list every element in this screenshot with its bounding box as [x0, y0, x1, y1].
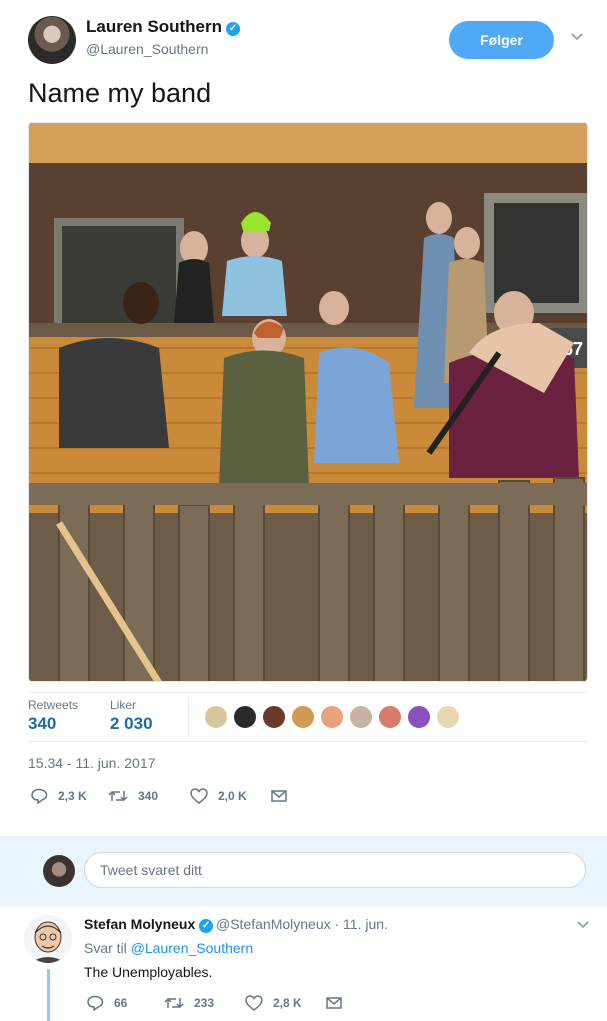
liker-avatar[interactable]	[291, 705, 315, 729]
author-avatar[interactable]	[28, 16, 76, 64]
reply-icon	[31, 788, 48, 804]
thread-line	[47, 969, 50, 1021]
reply-count: 2,3 K	[58, 789, 87, 803]
direct-message-button[interactable]	[326, 996, 352, 1010]
retweets-label[interactable]: Retweets	[28, 698, 78, 712]
replying-to-prefix: Svar til	[84, 940, 127, 956]
retweet-icon	[164, 997, 184, 1009]
verified-badge-icon: ✓	[226, 22, 241, 36]
replying-to: Svar til @Lauren_Southern	[84, 940, 253, 956]
envelope-icon	[326, 997, 342, 1009]
liker-avatar[interactable]	[436, 705, 460, 729]
direct-message-button[interactable]	[271, 789, 297, 803]
chevron-down-icon[interactable]	[570, 30, 584, 44]
liker-avatar[interactable]	[349, 705, 373, 729]
tweet-photo[interactable]: 167	[28, 122, 588, 682]
like-button[interactable]: 2,8 K	[245, 995, 302, 1011]
likes-count[interactable]: 2 030	[110, 714, 153, 734]
tweet-text: Name my band	[28, 78, 212, 108]
cartoon-face-avatar	[24, 915, 72, 963]
retweet-count: 233	[194, 996, 215, 1010]
like-count: 2,0 K	[218, 789, 247, 803]
author-name[interactable]: Lauren Southern ✓	[86, 17, 241, 37]
reply-text: The Unemployables.	[84, 964, 213, 980]
retweet-button[interactable]: 340	[108, 788, 158, 804]
author-handle[interactable]: @Lauren_Southern	[86, 41, 208, 57]
liker-avatar[interactable]	[407, 705, 431, 729]
replying-to-link[interactable]: @Lauren_Southern	[131, 940, 253, 956]
reply-input[interactable]: Tweet svaret ditt	[84, 852, 586, 888]
band-photo-image: 167	[29, 123, 587, 681]
stats-separator	[188, 698, 189, 738]
divider	[28, 741, 588, 742]
likes-label[interactable]: Liker	[110, 698, 136, 712]
author-name-text[interactable]: Lauren Southern	[86, 17, 222, 36]
reply-button[interactable]: 2,3 K	[30, 788, 87, 804]
chevron-down-icon[interactable]	[576, 918, 590, 932]
follow-button[interactable]: Følger	[449, 21, 554, 59]
current-user-avatar	[43, 855, 75, 887]
liker-avatar[interactable]	[262, 705, 286, 729]
liker-avatar[interactable]	[233, 705, 257, 729]
like-button[interactable]: 2,0 K	[190, 788, 247, 804]
retweets-count[interactable]: 340	[28, 714, 56, 734]
liker-avatar[interactable]	[204, 705, 228, 729]
main-tweet: Lauren Southern ✓ @Lauren_Southern Følger…	[0, 0, 607, 836]
liker-avatar[interactable]	[378, 705, 402, 729]
retweet-count: 340	[138, 789, 159, 803]
reply-count: 66	[114, 996, 128, 1010]
like-count: 2,8 K	[273, 996, 302, 1010]
retweet-icon	[108, 790, 128, 802]
heart-icon	[245, 995, 263, 1011]
reply-author-name-text[interactable]: Stefan Molyneux	[84, 916, 195, 932]
envelope-icon	[271, 790, 287, 802]
verified-badge-icon: ✓	[199, 919, 214, 933]
reply-author-avatar[interactable]	[24, 915, 72, 963]
reply-author-name[interactable]: Stefan Molyneux ✓	[84, 916, 214, 933]
divider	[28, 692, 588, 693]
tweet-timestamp[interactable]: 15.34 - 11. jun. 2017	[28, 755, 155, 771]
reply-button[interactable]: 66	[86, 995, 127, 1011]
retweet-button[interactable]: 233	[164, 995, 214, 1011]
liker-avatar[interactable]	[320, 705, 344, 729]
heart-icon	[190, 788, 208, 804]
reply-icon	[87, 995, 104, 1011]
reply-author-handle[interactable]: @StefanMolyneux · 11. jun.	[216, 916, 388, 932]
